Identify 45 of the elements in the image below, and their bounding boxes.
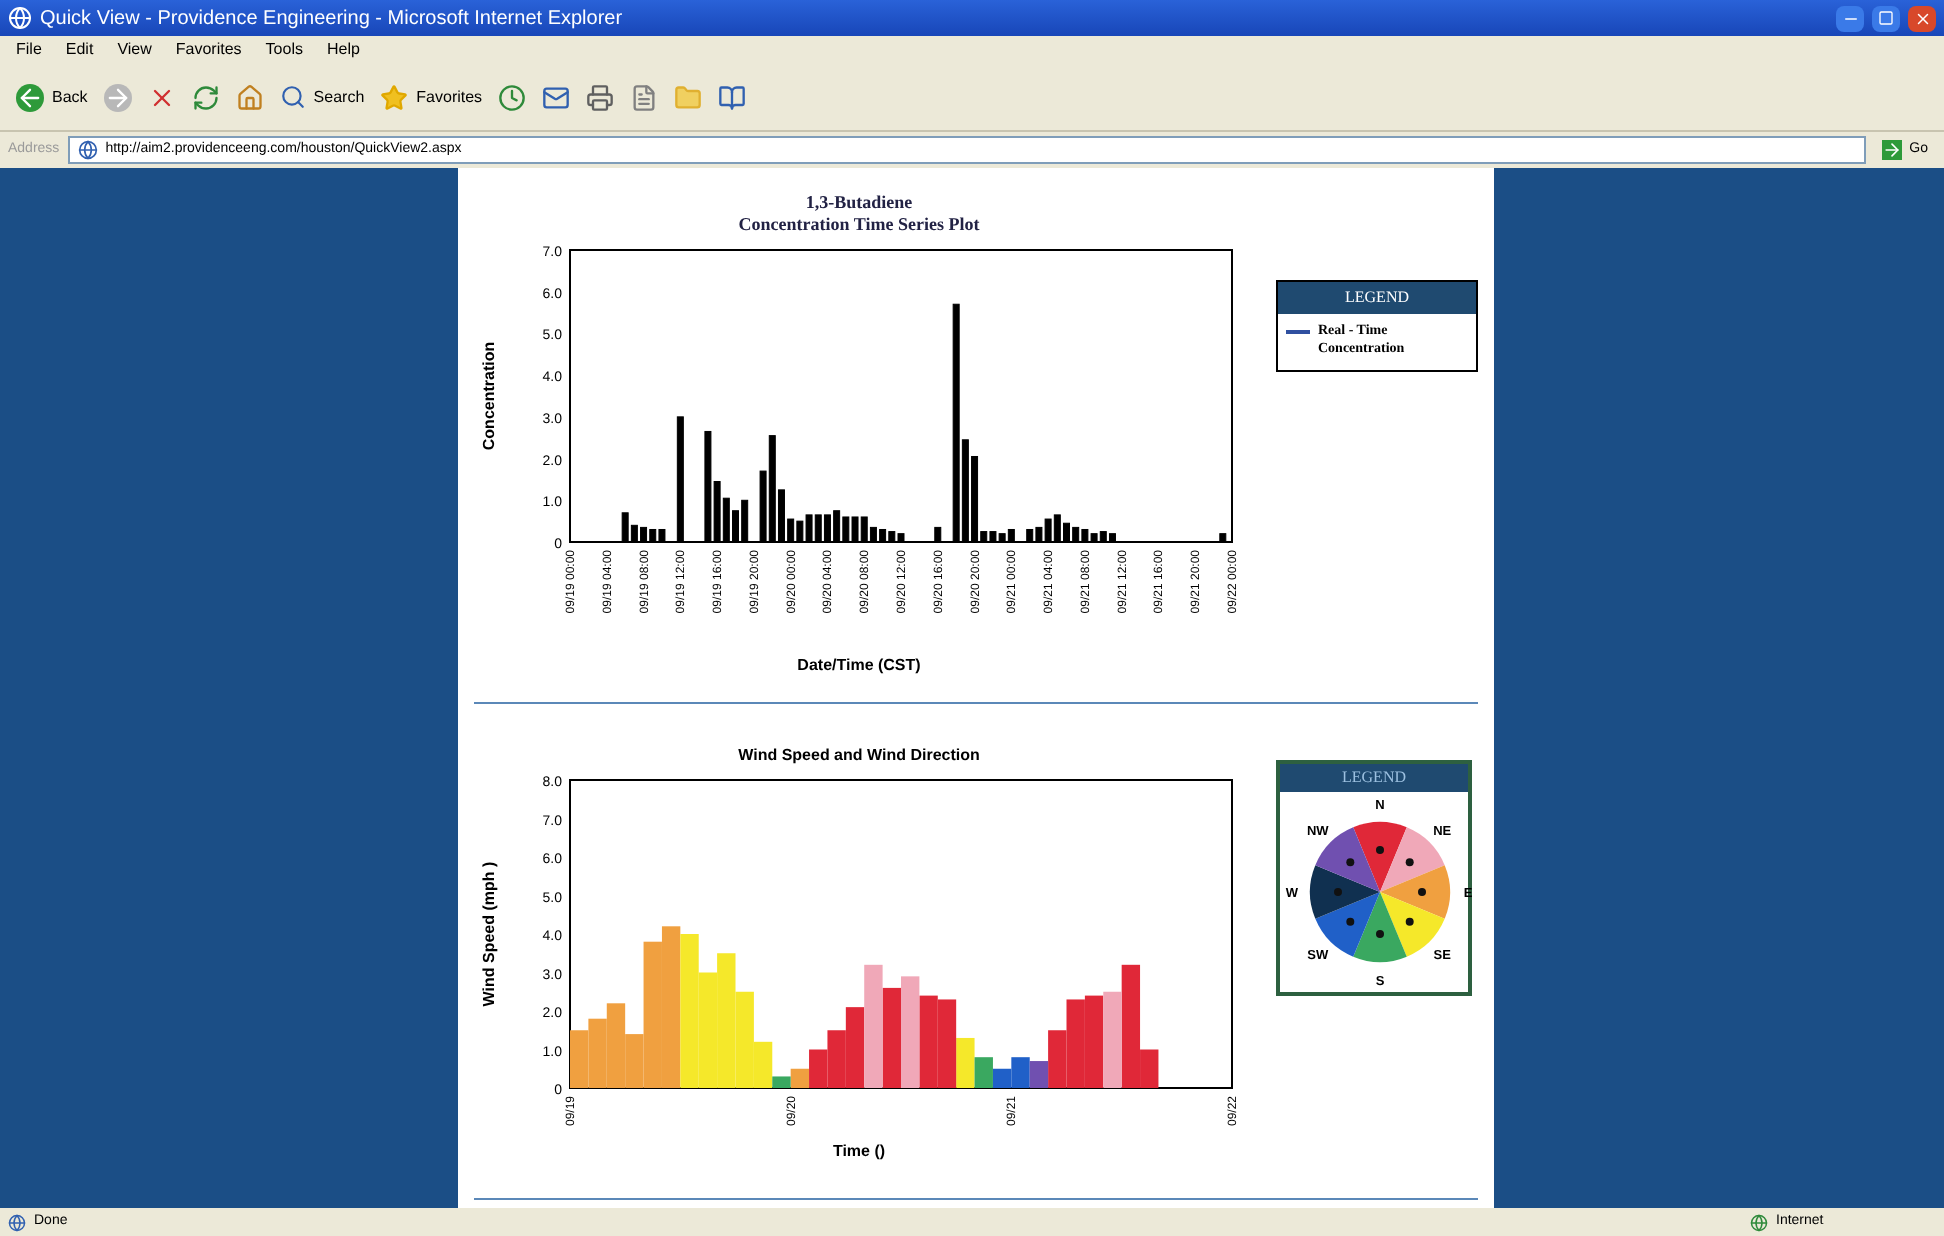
page-icon [8,1213,26,1231]
search-icon [279,84,306,110]
bar [1103,990,1122,1087]
bar [676,415,684,542]
minimize-button[interactable] [1836,5,1864,31]
menu-item[interactable]: Tools [265,38,303,62]
internet-icon [1750,1213,1768,1231]
search-button[interactable]: Search [279,84,365,110]
menu-item[interactable]: File [16,38,42,62]
menu-item[interactable]: Favorites [175,38,242,62]
close-icon [1913,9,1931,27]
back-button[interactable]: Back [16,83,88,111]
bar [1219,532,1227,542]
maximize-button[interactable] [1872,5,1900,31]
bar [570,1029,589,1087]
star-icon [380,83,409,111]
axis-title: Time () [832,1139,886,1163]
close-button[interactable] [1908,5,1936,31]
menu-item[interactable]: Edit [65,38,94,62]
chart-subtitle: Concentration Time Series Plot [738,214,980,237]
axis-title: Date/Time (CST) [797,653,921,677]
browser-icon [8,6,32,30]
chart-title: Wind Speed and Wind Direction [738,743,980,767]
menu-item[interactable]: Help [326,38,360,62]
history-icon[interactable] [498,83,527,111]
favorites-button[interactable]: Favorites [380,83,483,111]
refresh-icon[interactable] [191,83,220,111]
bar [901,975,920,1087]
book-icon[interactable] [718,83,747,111]
home-icon[interactable] [235,83,264,111]
mail-icon[interactable] [542,83,571,111]
axis-title: Wind Speed (mph ) [480,860,498,1006]
bar [919,994,938,1087]
maximize-icon [1878,10,1894,26]
bar [934,525,942,542]
bar [588,1017,607,1087]
legend-header: LEGEND [1278,282,1476,314]
legend-header: LEGEND [1280,763,1468,791]
axis-title: Concentration [480,340,498,450]
print-icon[interactable] [586,83,615,111]
page-icon [77,140,98,160]
chart-title: 1,3-Butadiene [805,192,913,215]
menu-item[interactable]: View [117,38,152,62]
window-title: Quick View - Providence Engineering - Microsoft Internet Explorer [40,5,625,33]
bar [717,952,736,1087]
